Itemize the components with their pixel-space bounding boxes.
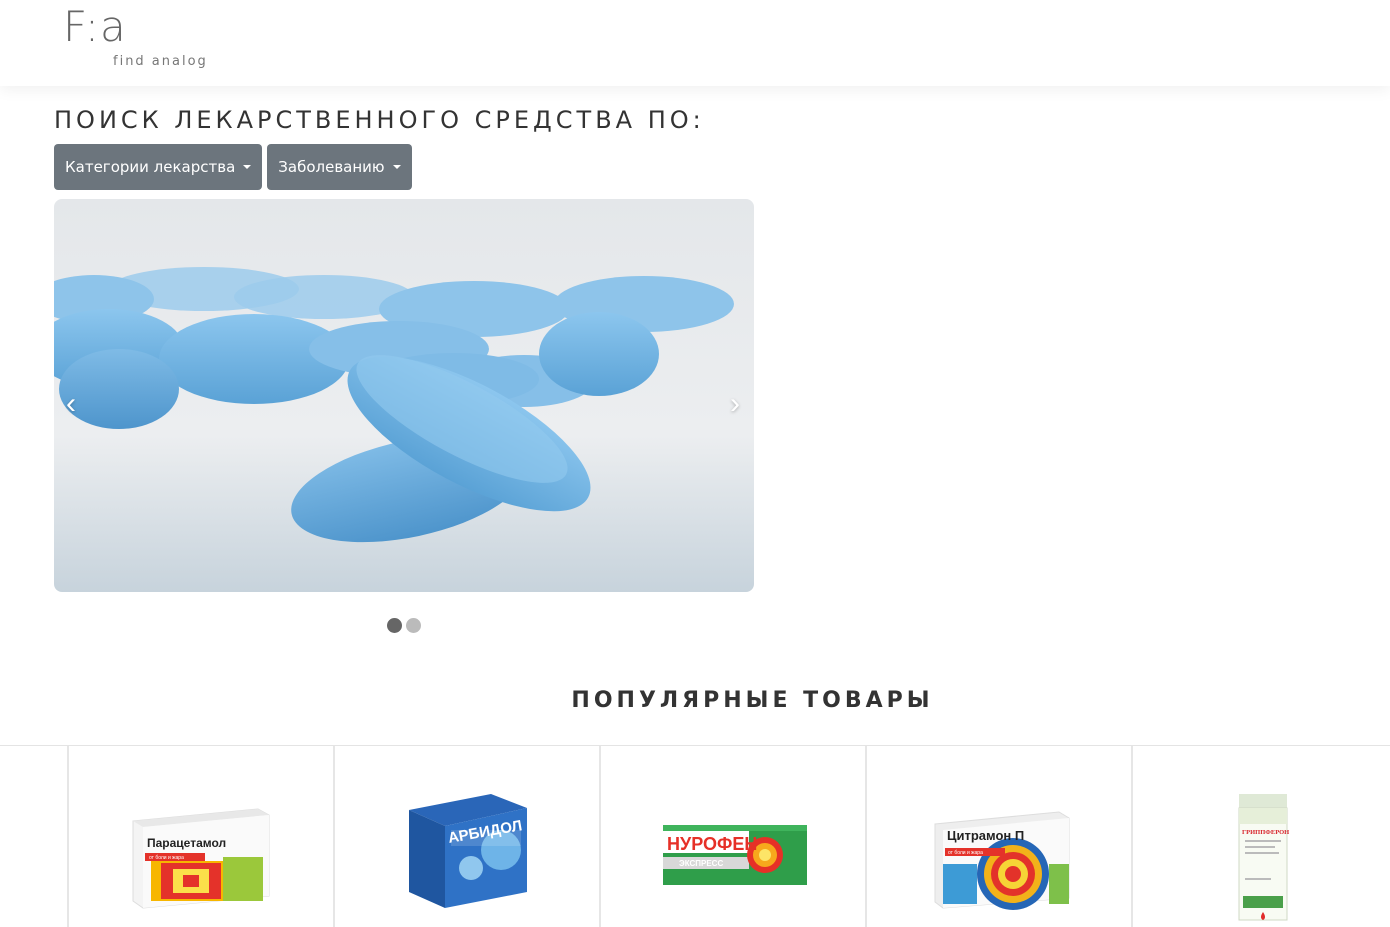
product-card-nurofen[interactable]: НУРОФЕН ЭКСПРЕСС [599, 746, 865, 927]
caret-down-icon [243, 165, 252, 169]
product-card-citramon[interactable]: Цитрамон П от боли и жара [865, 746, 1131, 927]
carousel-next-button[interactable]: › [730, 389, 740, 419]
carousel-slide-image [54, 199, 754, 592]
carousel-indicator-2[interactable] [406, 618, 421, 633]
caret-down-icon [392, 165, 401, 169]
disease-dropdown-label: Заболеванию [278, 158, 385, 176]
product-image-arbidol: АРБИДОЛ [409, 794, 527, 908]
carousel-indicator-1[interactable] [387, 618, 402, 633]
carousel-indicators [387, 618, 421, 633]
popular-title: ПОПУЛЯРНЫЕ ТОВАРЫ [571, 688, 934, 713]
product-image-paracetamol: Парацетамол от боли и жара [132, 808, 270, 909]
product-card-paracetamol[interactable]: Парацетамол от боли и жара [67, 746, 333, 927]
product-tag-citramon: от боли и жара [948, 850, 983, 856]
products-strip: Парацетамол от боли и жара АРБИДОЛ НУРОФ… [0, 746, 1390, 927]
product-image-grippferon: ГРИППФЕРОН [1238, 794, 1289, 921]
carousel: ‹ › [54, 199, 754, 592]
product-card-arbidol[interactable]: АРБИДОЛ [333, 746, 599, 927]
product-card-grippferon[interactable]: ГРИППФЕРОН [1131, 746, 1390, 927]
carousel-prev-button[interactable]: ‹ [66, 389, 76, 419]
product-tag-nurofen: ЭКСПРЕСС [679, 859, 723, 868]
product-name-paracetamol: Парацетамол [147, 836, 226, 850]
product-name-citramon: Цитрамон П [947, 828, 1024, 843]
logo-mark: F:a [63, 2, 127, 51]
category-dropdown-label: Категории лекарства [65, 158, 236, 176]
product-tag-paracetamol: от боли и жара [149, 855, 184, 861]
logo-subtitle: find analog [113, 54, 208, 69]
site-header: F:a find analog [0, 0, 1390, 86]
product-image-nurofen: НУРОФЕН ЭКСПРЕСС [663, 825, 807, 885]
logo[interactable]: F:a find analog [63, 2, 206, 70]
product-name-grippferon: ГРИППФЕРОН [1242, 829, 1289, 836]
filter-buttons: Категории лекарства Заболеванию [54, 144, 412, 190]
search-title: ПОИСК ЛЕКАРСТВЕННОГО СРЕДСТВА ПО: [54, 106, 705, 134]
product-name-nurofen: НУРОФЕН [667, 834, 757, 854]
product-image-citramon: Цитрамон П от боли и жара [934, 811, 1070, 910]
category-dropdown-button[interactable]: Категории лекарства [54, 144, 263, 190]
disease-dropdown-button[interactable]: Заболеванию [267, 144, 412, 190]
